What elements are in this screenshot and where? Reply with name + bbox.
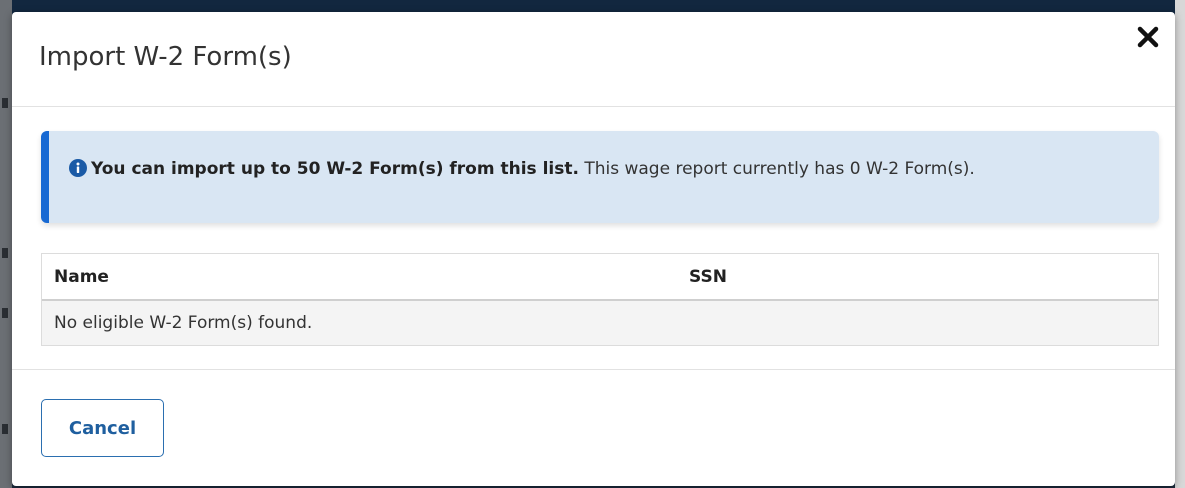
alert-text: This wage report currently has 0 W-2 For… — [578, 159, 975, 179]
page-backdrop-left — [0, 0, 12, 488]
empty-table-message: No eligible W-2 Form(s) found. — [42, 300, 1158, 345]
backdrop-fragment — [2, 248, 8, 258]
table-header-row: Name SSN — [42, 254, 1158, 301]
dialog-header: Import W-2 Form(s) — [12, 12, 1175, 107]
alert-bold-text: You can import up to 50 W-2 Form(s) from… — [91, 159, 579, 179]
cancel-button[interactable]: Cancel — [41, 399, 164, 457]
dialog-footer: Cancel — [12, 370, 1175, 486]
backdrop-fragment — [2, 98, 8, 108]
import-w2-dialog: Import W-2 Form(s) You can import up to … — [12, 12, 1175, 486]
info-circle-icon — [69, 159, 87, 177]
backdrop-fragment — [2, 308, 8, 318]
column-header-name[interactable]: Name — [42, 254, 677, 301]
column-header-ssn[interactable]: SSN — [677, 254, 1158, 301]
close-icon — [1137, 26, 1159, 48]
w2-forms-table: Name SSN No eligible W-2 Form(s) found. — [41, 253, 1159, 346]
close-button[interactable] — [1133, 22, 1163, 52]
backdrop-fragment — [2, 424, 8, 434]
page-backdrop-right — [1175, 0, 1185, 488]
dialog-body: You can import up to 50 W-2 Form(s) from… — [12, 107, 1175, 370]
dialog-title: Import W-2 Form(s) — [39, 42, 292, 72]
info-alert: You can import up to 50 W-2 Form(s) from… — [41, 131, 1159, 223]
table-row: No eligible W-2 Form(s) found. — [42, 300, 1158, 345]
